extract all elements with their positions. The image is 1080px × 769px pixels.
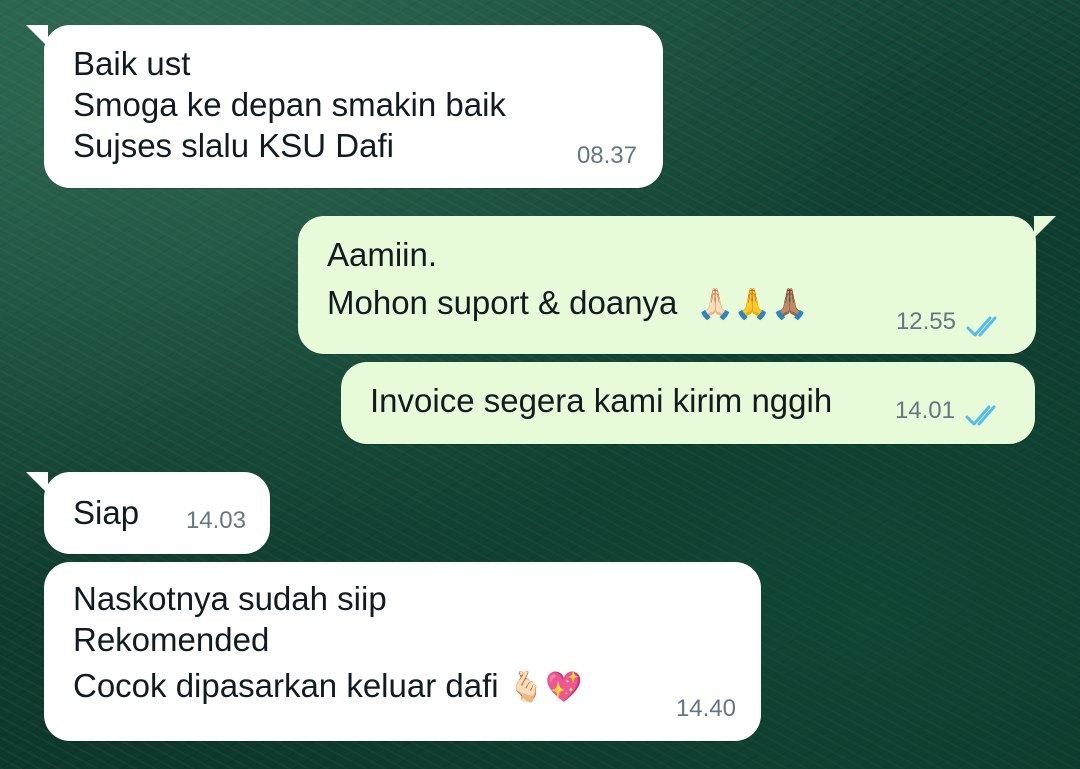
heart-hands-emoji: 🫰🏻💖 bbox=[507, 670, 583, 705]
bubble-tail bbox=[1034, 216, 1056, 238]
message-line: Baik ust bbox=[73, 45, 191, 82]
double-check-icon bbox=[966, 316, 997, 337]
message-bubble-incoming[interactable]: Naskotnya sudah siip Rekomended Cocok di… bbox=[44, 562, 761, 741]
bubble-tail bbox=[26, 25, 48, 47]
message-text: Aamiin. Mohon suport & doanya 🙏🏻🙏🙏🏽 bbox=[327, 234, 809, 325]
message-line: Rekomended bbox=[73, 621, 270, 658]
message-timestamp: 14.01 bbox=[894, 397, 955, 424]
message-line: Smoga ke depan smakin baik bbox=[73, 86, 506, 123]
message-bubble-outgoing[interactable]: Aamiin. Mohon suport & doanya 🙏🏻🙏🙏🏽 12.5… bbox=[298, 216, 1056, 354]
message-line-text: Mohon suport & doanya bbox=[327, 284, 678, 321]
message-line: Cocok dipasarkan keluar dafi 🫰🏻💖 bbox=[73, 665, 582, 708]
message-line: Siap bbox=[73, 494, 140, 531]
message-text: Baik ust Smoga ke depan smakin baik Sujs… bbox=[73, 43, 506, 166]
message-line: Naskotnya sudah siip bbox=[73, 580, 387, 617]
message-line: Mohon suport & doanya 🙏🏻🙏🙏🏽 bbox=[327, 282, 809, 325]
message-text: Naskotnya sudah siip Rekomended Cocok di… bbox=[73, 578, 582, 708]
message-line: Invoice segera kami kirim nggih bbox=[370, 382, 833, 419]
chat-conversation: Baik ust Smoga ke depan smakin baik Sujs… bbox=[0, 0, 1080, 769]
message-bubble-incoming[interactable]: Siap 14.03 bbox=[26, 472, 270, 554]
folded-hands-emoji: 🙏🏻🙏🙏🏽 bbox=[696, 287, 809, 322]
double-check-icon bbox=[965, 405, 996, 426]
message-text: Invoice segera kami kirim nggih bbox=[370, 380, 832, 421]
message-timestamp: 14.40 bbox=[675, 695, 736, 722]
bubble-tail bbox=[26, 472, 48, 494]
message-line: Sujses slalu KSU Dafi bbox=[73, 127, 394, 164]
message-timestamp: 08.37 bbox=[576, 142, 637, 169]
message-line-text: Cocok dipasarkan keluar dafi bbox=[73, 667, 499, 704]
message-timestamp: 14.03 bbox=[185, 507, 246, 534]
message-text: Siap bbox=[73, 492, 139, 533]
message-timestamp: 12.55 bbox=[895, 308, 956, 335]
message-line: Aamiin. bbox=[327, 236, 438, 273]
message-bubble-incoming[interactable]: Baik ust Smoga ke depan smakin baik Sujs… bbox=[26, 25, 663, 188]
message-bubble-outgoing[interactable]: Invoice segera kami kirim nggih 14.01 bbox=[341, 362, 1035, 444]
